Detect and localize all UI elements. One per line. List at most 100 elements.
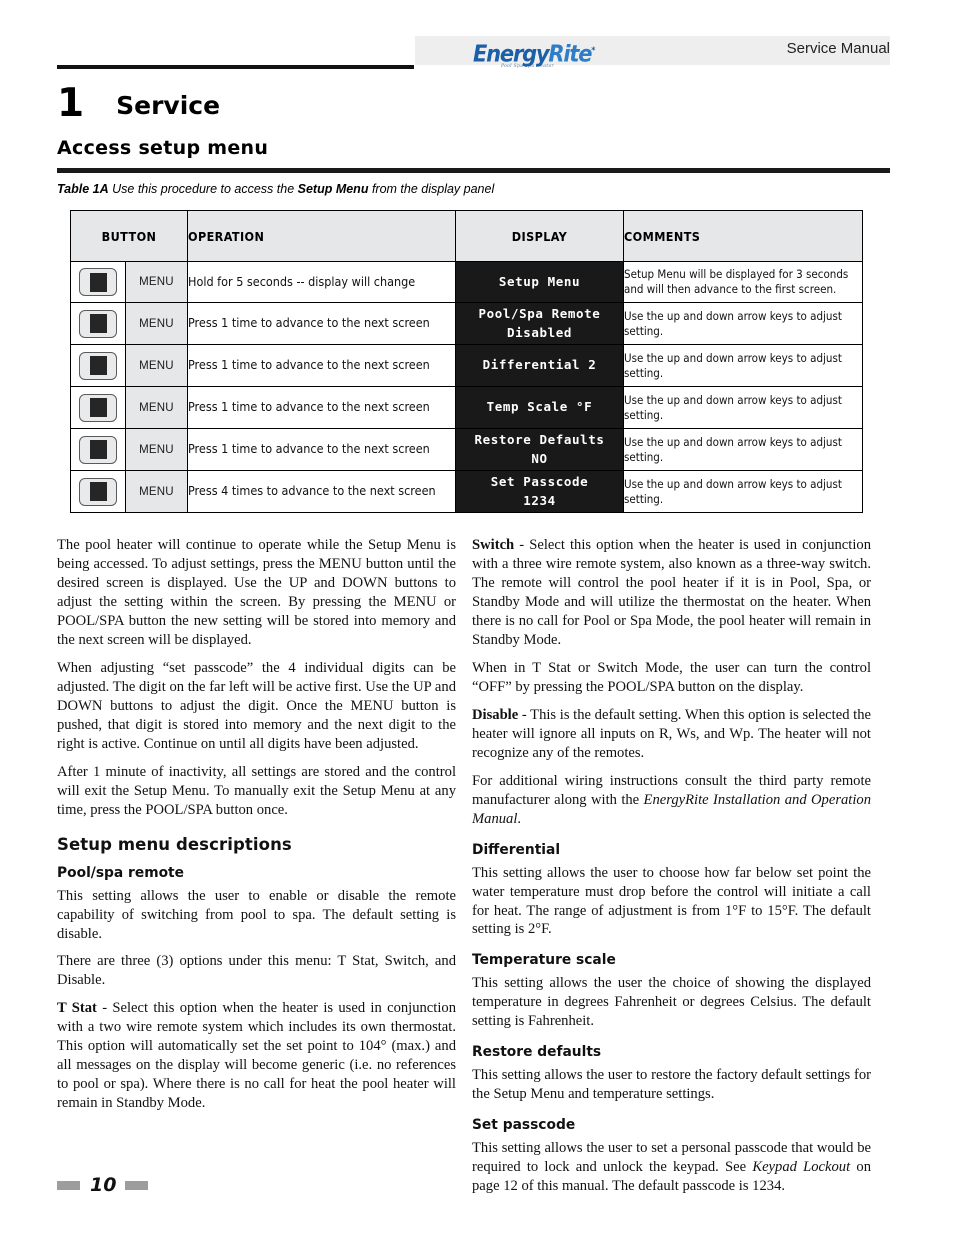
section-divider-rule	[57, 168, 890, 173]
table-row: MENU Press 1 time to advance to the next…	[70, 344, 863, 387]
paragraph: This setting allows the user to enable o…	[57, 887, 456, 942]
menu-key-icon	[71, 387, 125, 428]
logo-word-rite: Rite	[548, 41, 592, 67]
subsection-heading-setup-menu-descriptions: Setup menu descriptions	[57, 834, 292, 854]
column-header-display: DISPLAY	[455, 210, 624, 262]
display-cell: Set Passcode 1234	[455, 470, 624, 513]
operation-cell: Press 1 time to advance to the next scre…	[187, 386, 456, 429]
paragraph: This setting allows the user to restore …	[472, 1067, 871, 1103]
menu-key-label: MENU	[125, 262, 187, 302]
display-cell: Differential 2	[455, 344, 624, 387]
display-line-2: Disabled	[506, 324, 572, 340]
chapter-name: Service	[116, 91, 221, 120]
term-tstat: T Stat	[57, 1000, 97, 1017]
paragraph-tstat: T Stat - Select this option when the hea…	[57, 999, 456, 1113]
button-cell: MENU	[70, 428, 188, 471]
body-column-left: The pool heater will continue to operate…	[57, 536, 456, 1113]
paragraph-passcode: This setting allows the user to set a pe…	[472, 1139, 871, 1196]
operation-cell: Hold for 5 seconds -- display will chang…	[187, 261, 456, 303]
term-disable: Disable	[472, 706, 519, 723]
page-footer: 10	[57, 1172, 257, 1198]
menu-key-label: MENU	[125, 387, 187, 428]
menu-key-label: MENU	[125, 471, 187, 512]
paragraph-switch: Switch - Select this option when the hea…	[472, 536, 871, 650]
subsection-heading-pool-spa-remote: Pool/spa remote	[57, 864, 185, 881]
subsection-heading-differential: Differential	[472, 841, 561, 858]
table-header-row: BUTTON OPERATION DISPLAY COMMENTS	[70, 210, 863, 262]
button-cell: MENU	[70, 386, 188, 429]
display-cell: Setup Menu	[455, 261, 624, 303]
table-row: MENU Hold for 5 seconds -- display will …	[70, 261, 863, 303]
table-row: MENU Press 1 time to advance to the next…	[70, 428, 863, 471]
menu-key-icon	[71, 262, 125, 302]
display-line-2: 1234	[523, 492, 556, 508]
display-line-2: NO	[531, 450, 548, 466]
display-cell: Restore Defaults NO	[455, 428, 624, 471]
paragraph: When adjusting “set passcode” the 4 indi…	[57, 659, 456, 752]
logo-trademark-icon: *	[591, 45, 595, 56]
display-line-1: Setup Menu	[498, 273, 581, 289]
menu-key-icon	[71, 429, 125, 470]
operation-cell: Press 1 time to advance to the next scre…	[187, 302, 456, 345]
operation-cell: Press 1 time to advance to the next scre…	[187, 428, 456, 471]
term-tstat-description: - Select this option when the heater is …	[57, 1000, 456, 1112]
chapter-number: 1	[57, 81, 85, 126]
table-caption-text-before: Use this procedure to access the	[108, 182, 298, 196]
menu-key-icon	[71, 345, 125, 386]
table-caption-bold-term: Setup Menu	[297, 182, 369, 196]
paragraph: The pool heater will continue to operate…	[57, 537, 456, 648]
table-caption-text-after: from the display panel	[368, 182, 495, 196]
term-switch-description: - Select this option when the heater is …	[472, 537, 871, 648]
term-switch: Switch	[472, 537, 515, 553]
comments-cell: Use the up and down arrow keys to adjust…	[623, 428, 863, 471]
body-column-right: Switch - Select this option when the hea…	[472, 536, 871, 1196]
display-cell: Pool/Spa Remote Disabled	[455, 302, 624, 345]
button-cell: MENU	[70, 470, 188, 513]
column-header-operation: OPERATION	[187, 210, 456, 262]
column-header-comments: COMMENTS	[623, 210, 863, 262]
term-disable-description: - This is the default setting. When this…	[472, 706, 871, 761]
section-heading: Access setup menu	[57, 137, 269, 159]
footer-bar-left-icon	[57, 1180, 80, 1190]
manual-title: Service Manual	[786, 40, 890, 57]
subsection-heading-temperature-scale: Temperature scale	[472, 952, 616, 969]
display-line-1: Pool/Spa Remote	[478, 306, 601, 322]
table-caption-label: Table 1A	[57, 182, 109, 196]
menu-key-icon	[71, 303, 125, 344]
paragraph: After 1 minute of inactivity, all settin…	[57, 763, 456, 818]
header-divider-rule	[57, 65, 414, 69]
page-number: 10	[90, 1174, 117, 1196]
menu-key-icon	[71, 471, 125, 512]
wiring-text-after: .	[517, 810, 522, 827]
display-line-1: Set Passcode	[490, 474, 589, 490]
comments-cell: Setup Menu will be displayed for 3 secon…	[623, 261, 863, 303]
operation-cell: Press 4 times to advance to the next scr…	[187, 470, 456, 513]
table-row: MENU Press 4 times to advance to the nex…	[70, 470, 863, 513]
display-cell: Temp Scale °F	[455, 386, 624, 429]
keypad-lockout-reference: Keypad Lockout	[752, 1159, 851, 1176]
comments-cell: Use the up and down arrow keys to adjust…	[623, 470, 863, 513]
menu-key-label: MENU	[125, 345, 187, 386]
display-line-1: Restore Defaults	[474, 432, 605, 448]
button-cell: MENU	[70, 302, 188, 345]
comments-cell: Use the up and down arrow keys to adjust…	[623, 344, 863, 387]
chapter-title-block: 1 Service	[57, 82, 557, 126]
paragraph-wiring-reference: For additional wiring instructions consu…	[472, 772, 871, 829]
column-header-button: BUTTON	[70, 210, 188, 262]
comments-cell: Use the up and down arrow keys to adjust…	[623, 302, 863, 345]
subsection-heading-set-passcode: Set passcode	[472, 1117, 576, 1134]
paragraph-disable: Disable - This is the default setting. W…	[472, 706, 871, 763]
operation-cell: Press 1 time to advance to the next scre…	[187, 344, 456, 387]
menu-key-label: MENU	[125, 303, 187, 344]
button-cell: MENU	[70, 261, 188, 303]
table-caption: Table 1A Use this procedure to access th…	[57, 182, 890, 196]
setup-menu-procedure-table: BUTTON OPERATION DISPLAY COMMENTS MENU H…	[70, 210, 863, 513]
paragraph: When in T Stat or Switch Mode, the user …	[472, 659, 871, 695]
display-line-1: Differential 2	[482, 357, 597, 373]
table-row: MENU Press 1 time to advance to the next…	[70, 302, 863, 345]
logo-word-energy: Energy	[473, 41, 550, 67]
footer-bar-right-icon	[125, 1180, 149, 1190]
button-cell: MENU	[70, 344, 188, 387]
display-line-1: Temp Scale °F	[486, 399, 593, 415]
subsection-heading-restore-defaults: Restore defaults	[472, 1044, 602, 1061]
